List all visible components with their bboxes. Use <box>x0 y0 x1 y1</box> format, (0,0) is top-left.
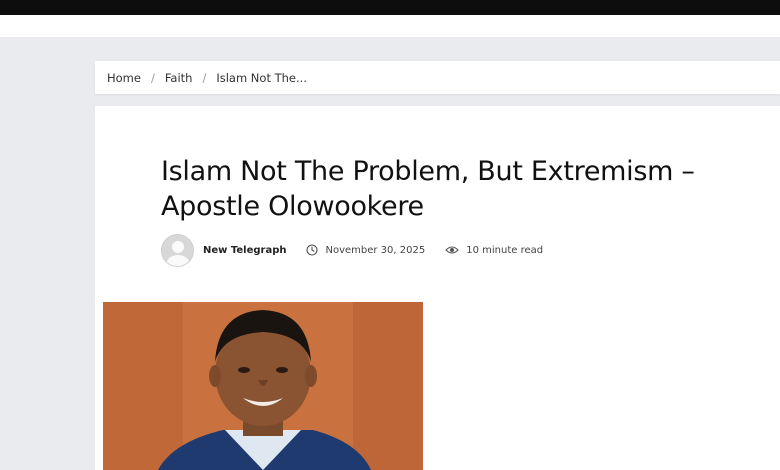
browser-top-bar <box>0 0 780 15</box>
publish-date: November 30, 2025 <box>325 244 426 256</box>
portrait-illustration <box>103 302 423 470</box>
author-link[interactable]: New Telegraph <box>203 245 286 256</box>
eye-icon <box>445 245 459 255</box>
article-card: Islam Not The Problem, But Extremism – A… <box>95 106 780 470</box>
breadcrumb-separator: / <box>150 70 155 85</box>
avatar-shoulders-shape <box>166 254 190 266</box>
breadcrumb-faith-link[interactable]: Faith <box>165 71 193 85</box>
author-avatar[interactable] <box>161 233 194 267</box>
breadcrumb-current: Islam Not The... <box>216 70 307 85</box>
site-header-strip <box>0 15 780 37</box>
read-time: 10 minute read <box>466 244 544 256</box>
breadcrumb-home-link[interactable]: Home <box>107 71 141 85</box>
article-featured-image <box>103 302 423 470</box>
clock-icon <box>306 244 319 256</box>
breadcrumb: Home / Faith / Islam Not The... <box>95 61 780 94</box>
article-meta: New Telegraph November 30, 2025 10 minut… <box>161 233 544 267</box>
avatar-head-shape <box>172 240 184 253</box>
breadcrumb-separator: / <box>202 70 207 85</box>
article-title: Islam Not The Problem, But Extremism – A… <box>161 156 695 222</box>
